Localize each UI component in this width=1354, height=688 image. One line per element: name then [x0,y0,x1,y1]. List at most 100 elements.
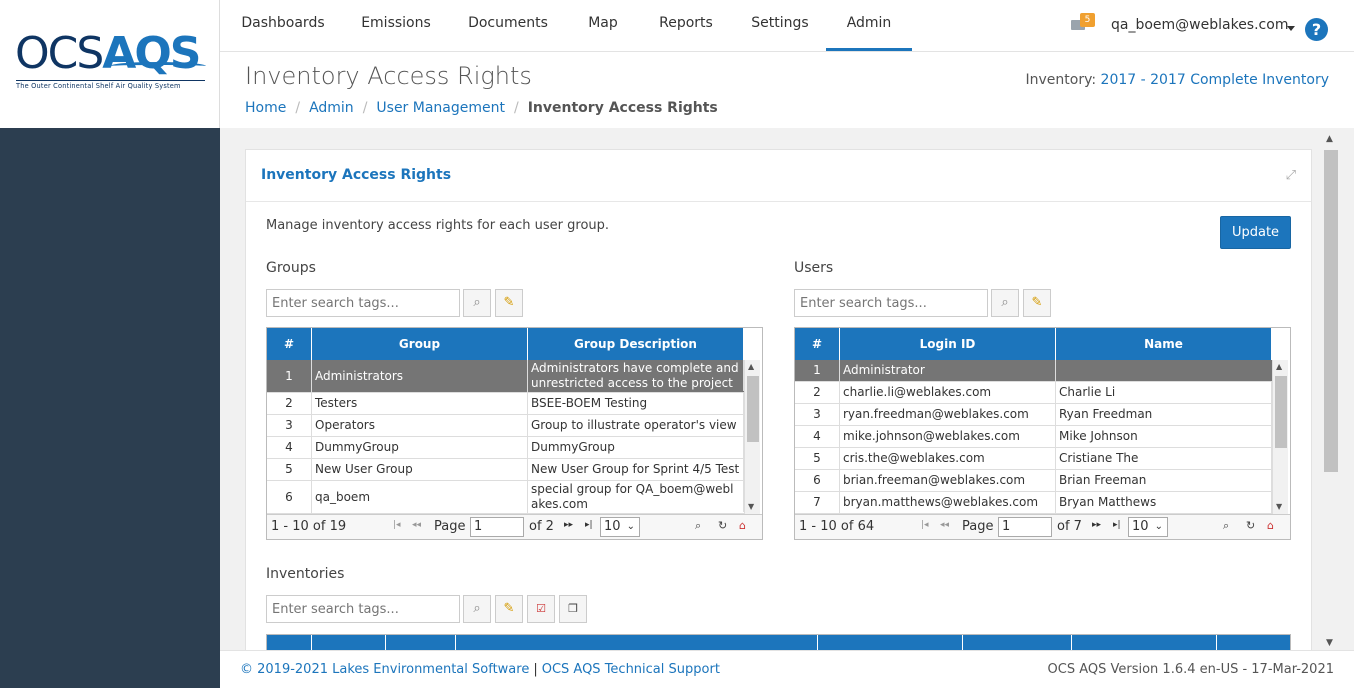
page-count: of 2 [529,519,554,534]
last-page-icon[interactable]: ▸| [585,520,593,530]
footer: © 2019-2021 Lakes Environmental Software… [220,650,1354,688]
caret-down-icon[interactable] [1287,26,1295,31]
search-icon[interactable]: ⌕ [695,519,701,533]
logo[interactable]: OCSAQS The Outer Continental Shelf Air Q… [0,0,220,128]
groups-title: Groups [266,260,316,276]
search-icon[interactable]: ⌕ [463,595,491,623]
table-row[interactable]: 3 Operators Group to illustrate operator… [267,415,744,437]
inventories-search-input[interactable] [266,595,460,623]
prev-page-icon[interactable]: ◂◂ [940,520,949,530]
table-row[interactable]: 4 DummyGroup DummyGroup [267,437,744,459]
last-page-icon[interactable]: ▸| [1113,520,1121,530]
search-icon[interactable]: ⌕ [463,289,491,317]
table-row[interactable]: 4 mike.johnson@weblakes.com Mike Johnson [795,426,1272,448]
nav-settings[interactable]: Settings [740,0,820,50]
users-grid: # Login ID Name 1 Administrator 2 charli… [794,327,1291,540]
support-link[interactable]: OCS AQS Technical Support [542,662,720,677]
page-size-select[interactable]: 10 ⌄ [600,517,640,537]
inventories-search-row: ⌕ ✎ ☑ ❐ [266,595,596,623]
expand-icon[interactable]: ⤢ [1286,168,1296,183]
page-number-input[interactable]: 1 [470,517,524,537]
page-label: Page [962,519,994,534]
inventories-grid-header [266,634,1291,650]
pager-range: 1 - 10 of 64 [799,519,875,534]
groups-grid-header: # Group Group Description [267,328,744,360]
update-button[interactable]: Update [1220,216,1291,249]
groups-search-input[interactable] [266,289,460,317]
users-grid-header: # Login ID Name [795,328,1272,360]
page-header: Inventory Access Rights Inventory: 2017 … [220,52,1354,128]
table-row[interactable]: 6 brian.freeman@weblakes.com Brian Freem… [795,470,1272,492]
table-row[interactable]: 2 Testers BSEE-BOEM Testing [267,393,744,415]
column-header[interactable]: Name [1056,328,1272,360]
clear-search-icon[interactable]: ✎ [1023,289,1051,317]
copyright-link[interactable]: © 2019-2021 Lakes Environmental Software [240,662,529,677]
brand-wordmark: OCSAQS [15,28,201,79]
mail-count-badge: 5 [1080,13,1095,27]
nav-emissions[interactable]: Emissions [350,0,442,50]
refresh-icon[interactable]: ↻ [718,519,727,532]
page-size-select[interactable]: 10 ⌄ [1128,517,1168,537]
page-label: Page [434,519,466,534]
export-icon[interactable]: ⌂ [739,519,746,532]
clear-search-icon[interactable]: ✎ [495,289,523,317]
table-row[interactable]: 1 Administrator [795,360,1272,382]
column-header[interactable]: Login ID [840,328,1056,360]
user-menu[interactable]: qa_boem@weblakes.com [1111,17,1288,33]
next-page-icon[interactable]: ▸▸ [1092,520,1101,530]
column-header[interactable]: # [795,328,840,360]
main-content: ▲ ▼ Inventory Access Rights ⤢ Manage inv… [220,128,1354,650]
page-title: Inventory Access Rights [245,62,532,90]
help-icon[interactable]: ? [1305,18,1328,41]
groups-search-row: ⌕ ✎ [266,289,526,317]
prev-page-icon[interactable]: ◂◂ [412,520,421,530]
clear-search-icon[interactable]: ✎ [495,595,523,623]
table-row[interactable]: 7 bryan.matthews@weblakes.com Bryan Matt… [795,492,1272,514]
nav-documents[interactable]: Documents [460,0,556,50]
next-page-icon[interactable]: ▸▸ [564,520,573,530]
access-rights-panel: Inventory Access Rights ⤢ Manage invento… [245,149,1312,650]
top-nav: Dashboards Emissions Documents Map Repor… [220,0,1354,52]
nav-reports[interactable]: Reports [647,0,725,50]
page-count: of 7 [1057,519,1082,534]
groups-grid-scrollbar[interactable]: ▲ ▼ [744,360,760,515]
table-row[interactable]: 1 Administrators Administrators have com… [267,360,744,393]
table-row[interactable]: 3 ryan.freedman@weblakes.com Ryan Freedm… [795,404,1272,426]
column-header[interactable]: Group Description [528,328,744,360]
nav-dashboards[interactable]: Dashboards [235,0,331,50]
table-row[interactable]: 5 cris.the@weblakes.com Cristiane The [795,448,1272,470]
export-icon[interactable]: ⌂ [1267,519,1274,532]
users-search-input[interactable] [794,289,988,317]
copy-icon[interactable]: ❐ [559,595,587,623]
wave-graphic [110,62,206,70]
column-header[interactable]: # [267,328,312,360]
page-scrollbar[interactable]: ▲ ▼ [1322,132,1338,648]
column-header[interactable]: Group [312,328,528,360]
table-row[interactable]: 2 charlie.li@weblakes.com Charlie Li [795,382,1272,404]
first-page-icon[interactable]: |◂ [393,520,401,530]
pager-range: 1 - 10 of 19 [271,519,347,534]
search-icon[interactable]: ⌕ [991,289,1019,317]
breadcrumb-user-management[interactable]: User Management [376,100,505,116]
panel-description: Manage inventory access rights for each … [266,218,610,233]
nav-map[interactable]: Map [576,0,630,50]
inventory-link[interactable]: 2017 - 2017 Complete Inventory [1101,72,1329,88]
breadcrumb-current: Inventory Access Rights [527,100,718,116]
breadcrumb-home[interactable]: Home [245,100,286,116]
first-page-icon[interactable]: |◂ [921,520,929,530]
users-grid-scrollbar[interactable]: ▲ ▼ [1272,360,1288,515]
brand-tagline: The Outer Continental Shelf Air Quality … [16,80,205,90]
mail-icon[interactable]: 5 [1071,13,1095,30]
users-search-row: ⌕ ✎ [794,289,1054,317]
table-row[interactable]: 5 New User Group New User Group for Spri… [267,459,744,481]
breadcrumb-admin[interactable]: Admin [309,100,354,116]
table-row[interactable]: 6 qa_boem special group for QA_boem@webl… [267,481,744,514]
refresh-icon[interactable]: ↻ [1246,519,1255,532]
users-pager: 1 - 10 of 64 |◂ ◂◂ Page 1 of 7 ▸▸ ▸| 10 ⌄… [795,514,1290,539]
nav-admin[interactable]: Admin [826,0,912,51]
current-inventory: Inventory: 2017 - 2017 Complete Inventor… [1025,72,1329,88]
page-number-input[interactable]: 1 [998,517,1052,537]
panel-title: Inventory Access Rights [261,167,452,183]
search-icon[interactable]: ⌕ [1223,519,1229,533]
select-all-icon[interactable]: ☑ [527,595,555,623]
